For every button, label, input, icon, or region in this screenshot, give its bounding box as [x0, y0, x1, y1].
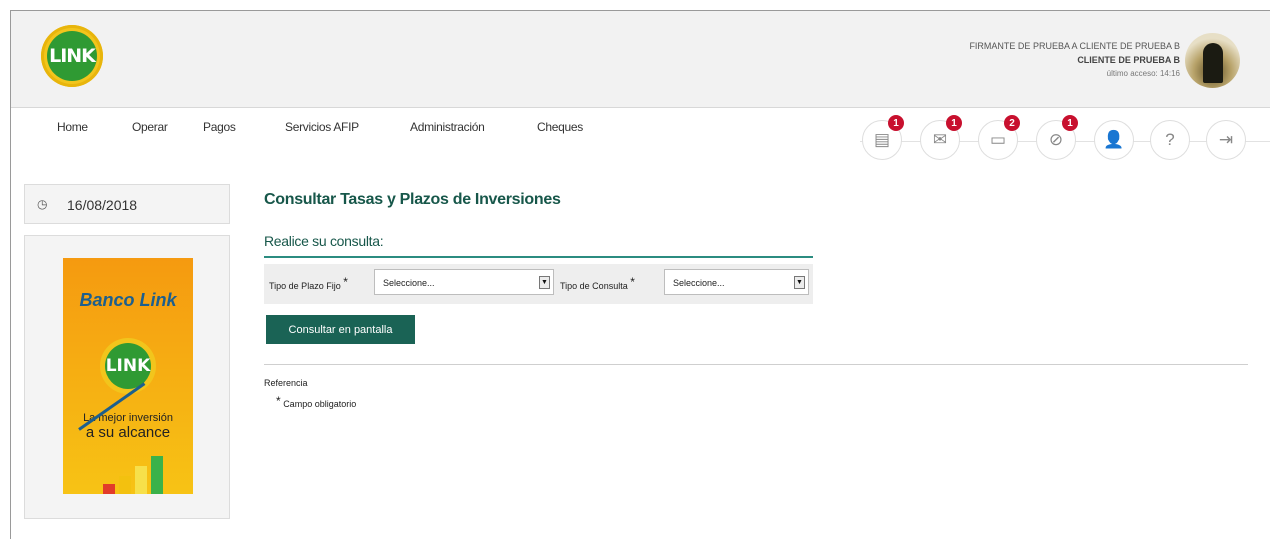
- plazo-select[interactable]: Seleccione... ▼: [374, 269, 554, 295]
- nav-operar[interactable]: Operar: [132, 120, 168, 134]
- document-icon[interactable]: ▤ 1: [862, 115, 904, 160]
- folder-icon[interactable]: ▭ 2: [978, 115, 1020, 160]
- chevron-down-icon[interactable]: ▼: [794, 276, 805, 289]
- clock-icon: ◷: [37, 197, 48, 211]
- notification-badge: 1: [946, 115, 962, 131]
- current-date: 16/08/2018: [67, 197, 138, 213]
- consultar-button[interactable]: Consultar en pantalla: [266, 315, 415, 344]
- growth-bars-icon: [93, 448, 183, 494]
- filter-bar: Tipo de Plazo Fijo * Seleccione... ▼ Tip…: [264, 264, 813, 304]
- promo-title: Banco Link: [79, 290, 177, 310]
- logo-text: LINK: [47, 31, 97, 81]
- signer-name: FIRMANTE DE PRUEBA A CLIENTE DE PRUEBA B: [969, 41, 1180, 51]
- notification-badge: 2: [1004, 115, 1020, 131]
- header: LINK FIRMANTE DE PRUEBA A CLIENTE DE PRU…: [11, 11, 1270, 108]
- divider: [264, 364, 1248, 365]
- avatar[interactable]: [1185, 33, 1240, 88]
- user-info: FIRMANTE DE PRUEBA A CLIENTE DE PRUEBA B…: [969, 39, 1180, 81]
- consulta-label: Tipo de Consulta *: [560, 275, 635, 291]
- attachment-icon[interactable]: ⊘ 1: [1036, 115, 1078, 160]
- consulta-select[interactable]: Seleccione... ▼: [664, 269, 809, 295]
- plazo-select-value: Seleccione...: [383, 278, 435, 288]
- notification-badge: 1: [1062, 115, 1078, 131]
- subtitle-underline: [264, 256, 813, 258]
- nav-home[interactable]: Home: [57, 120, 88, 134]
- required-note: * Campo obligatorio: [276, 394, 357, 409]
- client-name: CLIENTE DE PRUEBA B: [1077, 55, 1180, 65]
- promo-tagline-1: La mejor inversión: [83, 412, 173, 424]
- consulta-select-value: Seleccione...: [673, 278, 725, 288]
- help-icon[interactable]: ?: [1150, 120, 1190, 160]
- user-icon[interactable]: 👤: [1094, 120, 1134, 160]
- promo-panel: Banco Link LINK La mejor inversión a su …: [24, 235, 230, 519]
- plazo-label: Tipo de Plazo Fijo *: [269, 275, 348, 291]
- form-subtitle: Realice su consulta:: [264, 233, 384, 249]
- page-title: Consultar Tasas y Plazos de Inversiones: [264, 191, 561, 208]
- link-logo[interactable]: LINK: [41, 25, 103, 87]
- promo-logo: LINK: [100, 338, 156, 394]
- main-nav: Home Operar Pagos Servicios AFIP Adminis…: [11, 108, 871, 148]
- reference-label: Referencia: [264, 378, 308, 388]
- date-box: ◷ 16/08/2018: [24, 184, 230, 224]
- nav-cheques[interactable]: Cheques: [537, 120, 583, 134]
- logout-icon[interactable]: ⇥: [1206, 120, 1246, 160]
- nav-administracion[interactable]: Administración: [410, 120, 485, 134]
- chevron-down-icon[interactable]: ▼: [539, 276, 550, 289]
- notification-badge: 1: [888, 115, 904, 131]
- mail-icon[interactable]: ✉ 1: [920, 115, 962, 160]
- promo-banner[interactable]: Banco Link LINK La mejor inversión a su …: [63, 258, 193, 494]
- nav-servicios-afip[interactable]: Servicios AFIP: [285, 120, 359, 134]
- nav-pagos[interactable]: Pagos: [203, 120, 236, 134]
- last-access: último acceso: 14:16: [1106, 69, 1180, 78]
